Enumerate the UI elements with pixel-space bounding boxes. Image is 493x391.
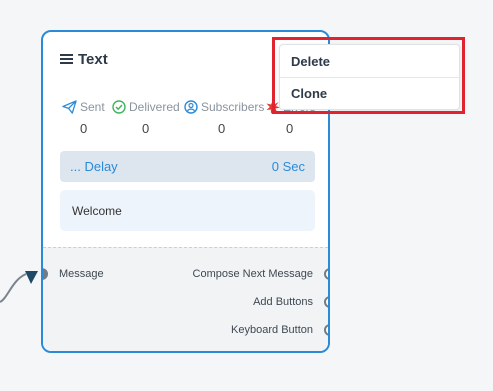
stat-subscribers-label: Subscribers xyxy=(201,100,265,114)
stat-sent-label: Sent xyxy=(80,100,105,114)
output-port-label-compose: Compose Next Message xyxy=(192,268,313,280)
clone-menu-item[interactable]: Clone xyxy=(280,77,459,109)
check-circle-icon xyxy=(112,100,126,114)
user-circle-icon xyxy=(184,100,198,114)
wire-arrow-icon xyxy=(25,271,38,284)
input-port[interactable] xyxy=(43,268,48,280)
input-port-label: Message xyxy=(59,268,104,280)
error-burst-icon xyxy=(266,100,280,114)
list-menu-icon xyxy=(60,54,73,65)
stat-sent-value: 0 xyxy=(80,121,88,136)
delay-value: 0 Sec xyxy=(271,159,305,174)
delay-label: ... Delay xyxy=(70,159,118,174)
output-port-keyboard[interactable] xyxy=(324,324,328,336)
output-port-compose[interactable] xyxy=(324,268,328,280)
node-title: Text xyxy=(78,51,108,68)
node-header[interactable]: Text xyxy=(60,51,108,68)
output-port-label-keyboard: Keyboard Button xyxy=(231,324,313,336)
node-context-menu: Delete Clone xyxy=(279,44,460,110)
output-port-buttons[interactable] xyxy=(324,296,328,308)
node-ports: Message Compose Next Message Add Buttons… xyxy=(43,247,328,351)
stat-subscribers: Subscribers 0 xyxy=(184,100,265,136)
stat-delivered-value: 0 xyxy=(142,121,150,136)
stat-delivered-label: Delivered xyxy=(129,100,180,114)
message-text: Welcome xyxy=(72,203,122,218)
paper-plane-icon xyxy=(62,100,77,114)
delay-bar[interactable]: ... Delay 0 Sec xyxy=(60,151,315,182)
output-port-label-buttons: Add Buttons xyxy=(253,296,313,308)
stat-errors-value: 0 xyxy=(286,121,294,136)
stat-delivered: Delivered 0 xyxy=(112,100,180,136)
delete-menu-item[interactable]: Delete xyxy=(280,45,459,77)
stat-subscribers-value: 0 xyxy=(218,121,226,136)
stat-sent: Sent 0 xyxy=(62,100,105,136)
message-preview[interactable]: Welcome xyxy=(60,190,315,231)
